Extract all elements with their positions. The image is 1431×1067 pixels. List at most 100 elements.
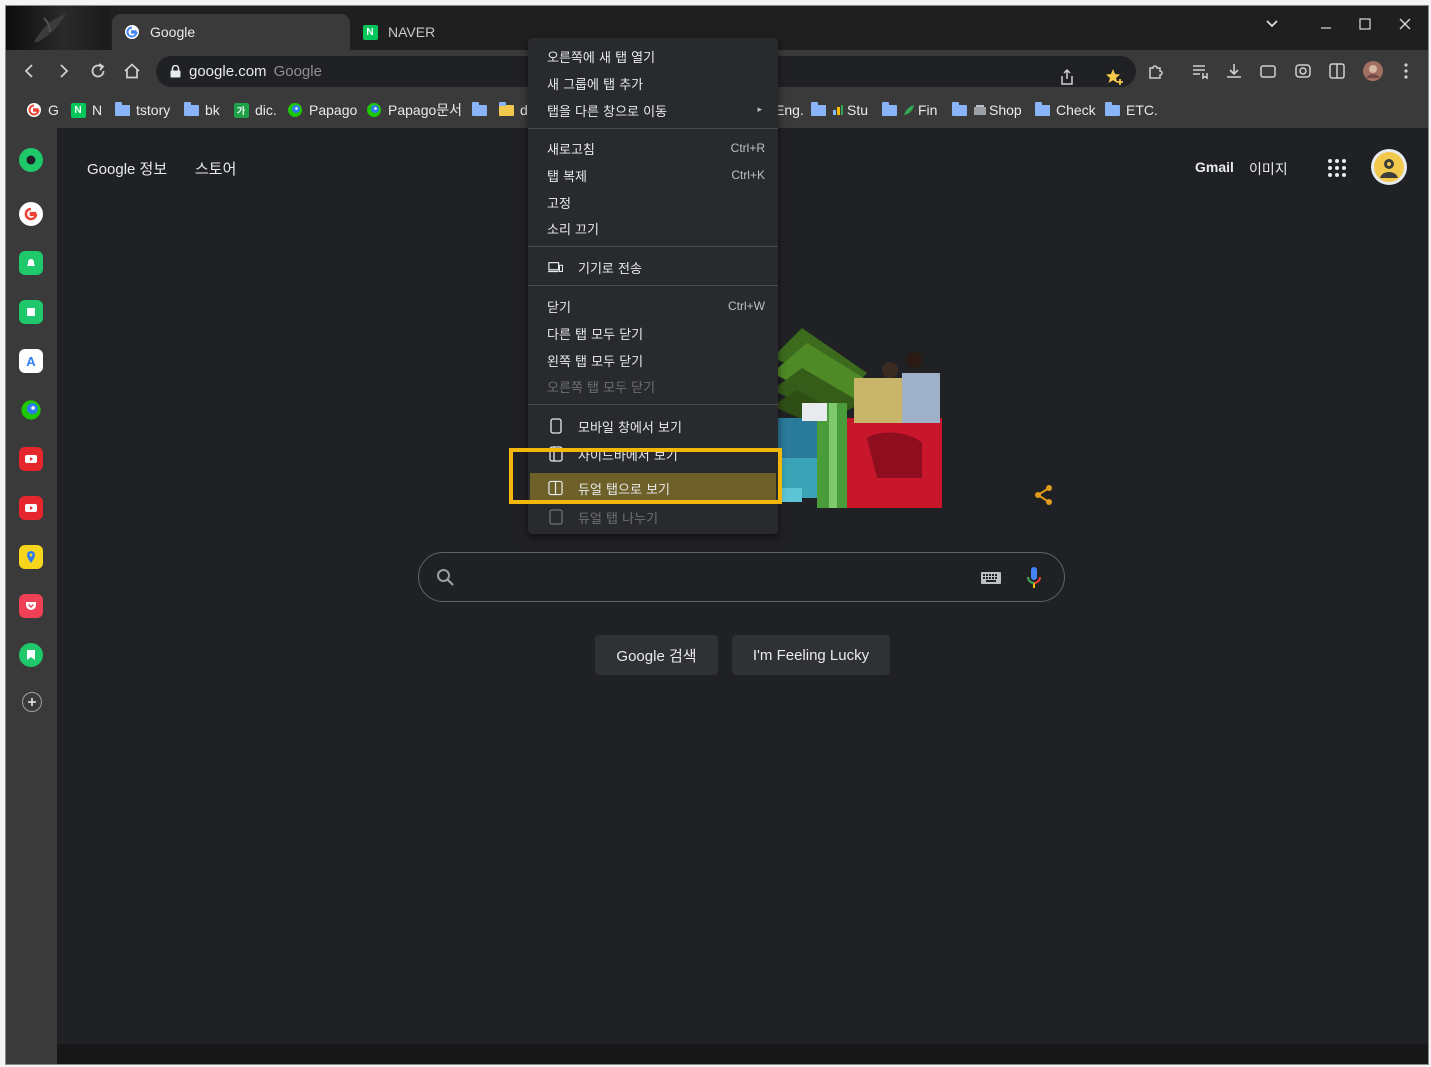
maximize-button[interactable] xyxy=(1347,10,1383,38)
submenu-arrow-icon: ▸ xyxy=(757,105,762,115)
bookmark-tstory[interactable]: tstory xyxy=(115,100,170,120)
profile-avatar-button[interactable] xyxy=(1358,56,1388,86)
google-icon[interactable] xyxy=(19,202,43,226)
alarm-bell-icon[interactable] xyxy=(19,251,43,275)
menu-pin-tab[interactable]: 고정 xyxy=(528,189,778,215)
bookmark-shop[interactable]: Shop xyxy=(952,100,1022,120)
bookmark-eng[interactable]: Eng. xyxy=(775,100,804,120)
google-icon xyxy=(124,24,140,40)
tab-google[interactable]: Google xyxy=(112,14,350,50)
side-panel: A xyxy=(6,128,57,1064)
star-icon xyxy=(1106,69,1123,85)
site-name: Google xyxy=(273,63,322,80)
tab-naver[interactable]: N NAVER xyxy=(350,14,520,50)
bookmark-papago-doc[interactable]: Papago문서 xyxy=(366,100,462,120)
menu-button[interactable] xyxy=(1391,56,1421,86)
downloads-button[interactable] xyxy=(1219,56,1249,86)
menu-move-to-other-window[interactable]: 탭을 다른 창으로 이동 ▸ xyxy=(528,97,778,123)
bookmark-n[interactable]: N N xyxy=(70,100,102,120)
notes-icon[interactable] xyxy=(19,300,43,324)
search-input[interactable] xyxy=(469,563,953,593)
home-icon xyxy=(124,63,140,79)
menu-close-other-tabs[interactable]: 다른 탭 모두 닫기 xyxy=(528,320,778,346)
folder-icon xyxy=(115,101,130,116)
screenshot-button[interactable] xyxy=(1288,56,1318,86)
menu-mute-tab[interactable]: 소리 끄기 xyxy=(528,215,778,241)
menu-duplicate-tab[interactable]: 탭 복제 Ctrl+K xyxy=(528,162,778,188)
bookmark-fin[interactable]: Fin xyxy=(882,100,937,120)
lock-icon[interactable] xyxy=(170,65,181,78)
bookmark-papago[interactable]: Papago xyxy=(287,100,357,120)
menu-close-left-tabs[interactable]: 왼쪽 탭 모두 닫기 xyxy=(528,347,778,373)
folder-icon xyxy=(1105,101,1120,116)
google-doodle-image[interactable] xyxy=(772,318,942,508)
bookmark-g[interactable]: G xyxy=(26,100,59,120)
google-search-button[interactable]: Google 검색 xyxy=(595,635,718,675)
dictionary-icon: 가 xyxy=(233,102,249,118)
bookmark-check[interactable]: Check xyxy=(1035,100,1096,120)
youtube-icon[interactable] xyxy=(19,447,43,471)
add-panel-icon[interactable] xyxy=(22,692,42,712)
microphone-icon[interactable] xyxy=(1026,566,1042,590)
store-link[interactable]: 스토어 xyxy=(195,158,236,179)
share-icon[interactable] xyxy=(1032,483,1056,507)
bookmark-label: Papago xyxy=(309,102,358,118)
images-link[interactable]: 이미지 xyxy=(1249,159,1288,179)
reading-list-button[interactable] xyxy=(1185,56,1215,86)
youtube-icon[interactable] xyxy=(19,496,43,520)
bookmark-etc[interactable]: ETC. xyxy=(1105,100,1158,120)
tab-title: NAVER xyxy=(388,24,436,40)
menu-send-to-device[interactable]: 기기로 전송 xyxy=(528,254,778,280)
bookmark-stu[interactable]: Stu xyxy=(811,100,868,120)
menu-separator xyxy=(528,285,778,286)
tab-search-button[interactable] xyxy=(1254,10,1290,38)
menu-reload[interactable]: 새로고침 Ctrl+R xyxy=(528,135,778,161)
about-google-link[interactable]: Google 정보 xyxy=(87,158,167,179)
bookmark-dic[interactable]: 가 dic. xyxy=(233,100,277,120)
map-pin-icon[interactable] xyxy=(19,545,43,569)
reload-button[interactable] xyxy=(83,56,113,86)
pocket-icon[interactable] xyxy=(19,594,43,618)
whale-space-icon[interactable] xyxy=(19,148,43,172)
folder-icon xyxy=(184,101,199,116)
bookmark-label: N xyxy=(92,102,103,118)
side-panel-button[interactable] xyxy=(1322,56,1352,86)
bookmark-service-icon[interactable] xyxy=(19,643,43,667)
account-avatar[interactable] xyxy=(1370,148,1408,186)
apps-grid-button[interactable] xyxy=(1327,158,1347,178)
close-window-button[interactable] xyxy=(1387,10,1423,38)
menu-open-new-tab-right[interactable]: 오른쪽에 새 탭 열기 xyxy=(528,43,778,69)
share-page-button[interactable] xyxy=(1052,63,1082,91)
folder-icon xyxy=(1035,101,1050,116)
feeling-lucky-button[interactable]: I'm Feeling Lucky xyxy=(732,635,890,675)
extensions-button[interactable] xyxy=(1141,56,1171,86)
gmail-link[interactable]: Gmail xyxy=(1195,159,1234,175)
papago-icon[interactable] xyxy=(19,398,43,422)
back-button[interactable] xyxy=(14,56,44,86)
forward-button[interactable] xyxy=(49,56,79,86)
translate-icon[interactable]: A xyxy=(19,349,43,373)
menu-close-tab[interactable]: 닫기 Ctrl+W xyxy=(528,293,778,319)
menu-view-mobile[interactable]: 모바일 창에서 보기 xyxy=(528,413,778,439)
search-box[interactable] xyxy=(418,552,1065,602)
menu-view-sidebar[interactable]: 사이드바에서 보기 xyxy=(528,441,778,467)
menu-view-dual-tab[interactable]: 듀얼 탭으로 보기 xyxy=(528,475,778,501)
chart-icon xyxy=(832,102,844,118)
papago-icon xyxy=(287,102,303,118)
folder-icon xyxy=(811,101,826,116)
window-capture-icon xyxy=(1260,65,1276,78)
bookmark-d[interactable]: d xyxy=(499,100,528,120)
keyboard-icon[interactable] xyxy=(980,571,1002,585)
minimize-button[interactable] xyxy=(1308,10,1344,38)
leaf-icon xyxy=(903,102,915,118)
bookmark-label: Stu xyxy=(847,102,869,118)
capture-button[interactable] xyxy=(1253,56,1283,86)
home-button[interactable] xyxy=(117,56,147,86)
bookmark-label: d xyxy=(520,102,528,118)
bookmark-bk[interactable]: bk xyxy=(184,100,220,120)
folder-icon xyxy=(499,101,514,116)
menu-split-dual-tab: 듀얼 탭 나누기 xyxy=(528,504,778,530)
bookmark-folder-1[interactable] xyxy=(472,100,493,120)
menu-add-to-new-group[interactable]: 새 그룹에 탭 추가 xyxy=(528,70,778,96)
bookmark-star-button[interactable] xyxy=(1100,63,1130,91)
